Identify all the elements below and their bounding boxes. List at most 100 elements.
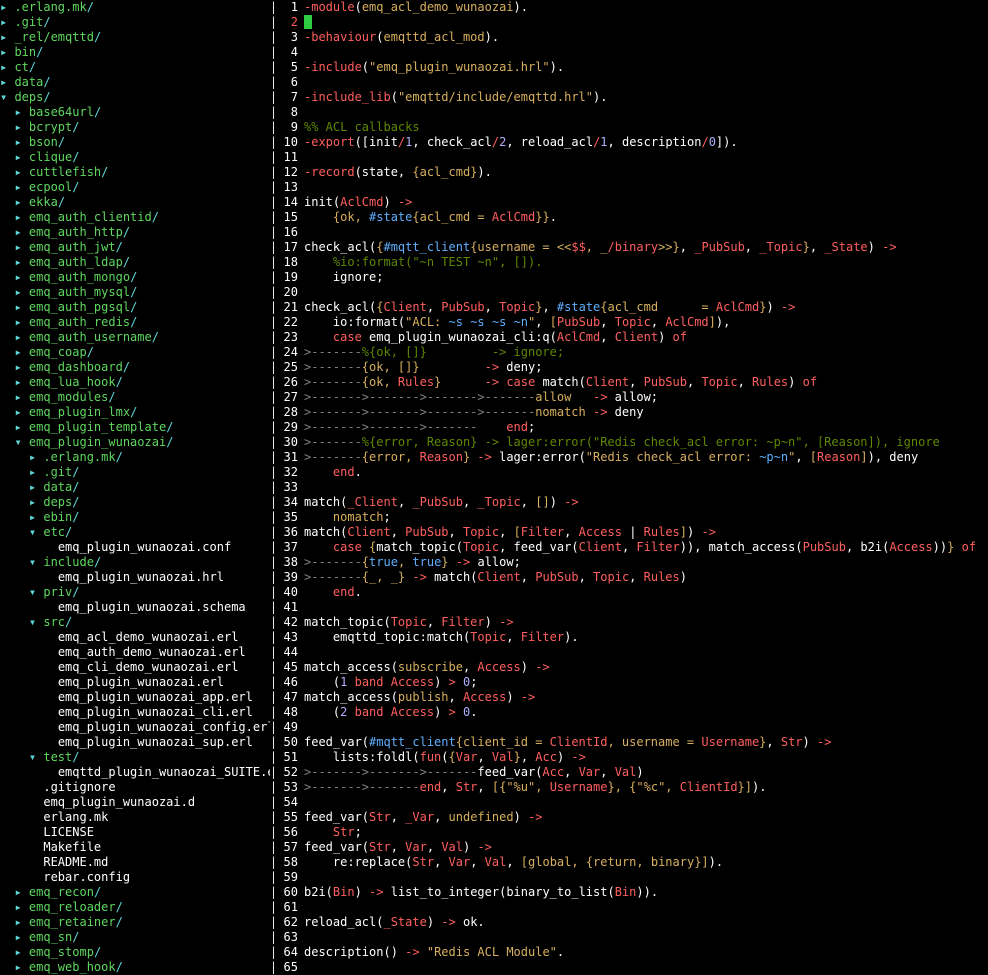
code-line[interactable]: -include("emq_plugin_wunaozai.hrl"). <box>304 60 988 75</box>
code-line[interactable]: >-------{ok, Rules} -> case match(Client… <box>304 375 988 390</box>
code-line[interactable]: match_access(publish, Access) -> <box>304 690 988 705</box>
collapsed-arrow-icon[interactable]: ▸ <box>14 945 28 959</box>
collapsed-arrow-icon[interactable]: ▸ <box>14 270 28 284</box>
code-line[interactable]: >-------{ok, []} -> deny; <box>304 360 988 375</box>
tree-folder[interactable]: ▾ include/ <box>0 555 270 570</box>
collapsed-arrow-icon[interactable]: ▸ <box>14 390 28 404</box>
expanded-arrow-icon[interactable]: ▾ <box>29 525 43 539</box>
tree-folder[interactable]: ▸ emq_dashboard/ <box>0 360 270 375</box>
tree-folder[interactable]: ▸ data/ <box>0 480 270 495</box>
code-line[interactable]: case emq_plugin_wunaozai_cli:q(AclCmd, C… <box>304 330 988 345</box>
collapsed-arrow-icon[interactable]: ▸ <box>14 105 28 119</box>
tree-file[interactable]: emq_plugin_wunaozai_config.erl <box>0 720 270 735</box>
tree-folder[interactable]: ▸ emq_auth_pgsql/ <box>0 300 270 315</box>
collapsed-arrow-icon[interactable]: ▸ <box>14 420 28 434</box>
tree-file[interactable]: LICENSE <box>0 825 270 840</box>
tree-folder[interactable]: ▸ emq_auth_jwt/ <box>0 240 270 255</box>
code-line[interactable]: end. <box>304 465 988 480</box>
collapsed-arrow-icon[interactable]: ▸ <box>14 885 28 899</box>
tree-file[interactable]: emq_plugin_wunaozai.hrl <box>0 570 270 585</box>
code-line[interactable]: init(AclCmd) -> <box>304 195 988 210</box>
code-line[interactable]: description() -> "Redis ACL Module". <box>304 945 988 960</box>
code-line[interactable]: -module(emq_acl_demo_wunaozai). <box>304 0 988 15</box>
code-line[interactable]: check_acl({#mqtt_client{username = <<$$,… <box>304 240 988 255</box>
expanded-arrow-icon[interactable]: ▾ <box>0 90 14 104</box>
code-line[interactable] <box>304 285 988 300</box>
code-line[interactable] <box>304 150 988 165</box>
code-line[interactable]: Str; <box>304 825 988 840</box>
expanded-arrow-icon[interactable]: ▾ <box>29 615 43 629</box>
collapsed-arrow-icon[interactable]: ▸ <box>29 465 43 479</box>
tree-folder[interactable]: ▸ emq_auth_clientid/ <box>0 210 270 225</box>
collapsed-arrow-icon[interactable]: ▸ <box>14 360 28 374</box>
collapsed-arrow-icon[interactable]: ▸ <box>14 180 28 194</box>
collapsed-arrow-icon[interactable]: ▸ <box>14 225 28 239</box>
code-line[interactable]: re:replace(Str, Var, Val, [global, {retu… <box>304 855 988 870</box>
code-line[interactable] <box>304 645 988 660</box>
expanded-arrow-icon[interactable]: ▾ <box>29 555 43 569</box>
code-line[interactable]: %% ACL callbacks <box>304 120 988 135</box>
code-line[interactable]: >------->-------end, Str, [{"%u", Userna… <box>304 780 988 795</box>
tree-file[interactable]: .gitignore <box>0 780 270 795</box>
tree-folder[interactable]: ▸ emq_recon/ <box>0 885 270 900</box>
expanded-arrow-icon[interactable]: ▾ <box>14 435 28 449</box>
tree-file[interactable]: emq_plugin_wunaozai_sup.erl <box>0 735 270 750</box>
tree-folder[interactable]: ▸ emq_auth_ldap/ <box>0 255 270 270</box>
collapsed-arrow-icon[interactable]: ▸ <box>14 135 28 149</box>
tree-file[interactable]: emq_plugin_wunaozai.schema <box>0 600 270 615</box>
collapsed-arrow-icon[interactable]: ▸ <box>0 60 14 74</box>
code-line[interactable]: end. <box>304 585 988 600</box>
tree-file[interactable]: rebar.config <box>0 870 270 885</box>
code-line[interactable]: case {match_topic(Topic, feed_var(Client… <box>304 540 988 555</box>
tree-folder[interactable]: ▸ .erlang.mk/ <box>0 0 270 15</box>
tree-folder[interactable]: ▸ emq_coap/ <box>0 345 270 360</box>
code-line[interactable]: -export([init/1, check_acl/2, reload_acl… <box>304 135 988 150</box>
code-line[interactable]: reload_acl(_State) -> ok. <box>304 915 988 930</box>
code-line[interactable] <box>304 45 988 60</box>
code-line[interactable]: {ok, #state{acl_cmd = AclCmd}}. <box>304 210 988 225</box>
code-line[interactable] <box>304 795 988 810</box>
tree-folder[interactable]: ▸ ecpool/ <box>0 180 270 195</box>
code-line[interactable]: lists:foldl(fun({Var, Val}, Acc) -> <box>304 750 988 765</box>
code-line[interactable] <box>304 960 988 975</box>
tree-folder[interactable]: ▸ bin/ <box>0 45 270 60</box>
collapsed-arrow-icon[interactable]: ▸ <box>0 30 14 44</box>
code-line[interactable]: ignore; <box>304 270 988 285</box>
tree-folder[interactable]: ▸ emq_stomp/ <box>0 945 270 960</box>
tree-file[interactable]: emq_acl_demo_wunaozai.erl <box>0 630 270 645</box>
tree-folder[interactable]: ▸ emq_reloader/ <box>0 900 270 915</box>
collapsed-arrow-icon[interactable]: ▸ <box>14 300 28 314</box>
tree-file[interactable]: README.md <box>0 855 270 870</box>
code-line[interactable]: match_access(subscribe, Access) -> <box>304 660 988 675</box>
tree-file[interactable]: emq_plugin_wunaozai.conf <box>0 540 270 555</box>
tree-folder[interactable]: ▸ emq_auth_mongo/ <box>0 270 270 285</box>
code-line[interactable] <box>304 480 988 495</box>
collapsed-arrow-icon[interactable]: ▸ <box>14 255 28 269</box>
code-line[interactable]: nomatch; <box>304 510 988 525</box>
collapsed-arrow-icon[interactable]: ▸ <box>14 375 28 389</box>
tree-folder[interactable]: ▸ data/ <box>0 75 270 90</box>
tree-folder[interactable]: ▸ clique/ <box>0 150 270 165</box>
expanded-arrow-icon[interactable]: ▾ <box>29 750 43 764</box>
code-line[interactable]: -record(state, {acl_cmd}). <box>304 165 988 180</box>
tree-folder[interactable]: ▸ .git/ <box>0 15 270 30</box>
code-editor[interactable]: -module(emq_acl_demo_wunaozai). -behaviou… <box>304 0 988 972</box>
code-line[interactable]: (2 band Access) > 0. <box>304 705 988 720</box>
tree-file[interactable]: erlang.mk <box>0 810 270 825</box>
code-line[interactable]: >------->------->------->-------nomatch … <box>304 405 988 420</box>
tree-folder[interactable]: ▾ etc/ <box>0 525 270 540</box>
tree-file[interactable]: emq_cli_demo_wunaozai.erl <box>0 660 270 675</box>
tree-folder[interactable]: ▸ bcrypt/ <box>0 120 270 135</box>
collapsed-arrow-icon[interactable]: ▸ <box>0 75 14 89</box>
collapsed-arrow-icon[interactable]: ▸ <box>14 240 28 254</box>
tree-file[interactable]: Makefile <box>0 840 270 855</box>
code-line[interactable]: feed_var(#mqtt_client{client_id = Client… <box>304 735 988 750</box>
code-line[interactable]: b2i(Bin) -> list_to_integer(binary_to_li… <box>304 885 988 900</box>
code-line[interactable]: >-------%{error, Reason} -> lager:error(… <box>304 435 988 450</box>
collapsed-arrow-icon[interactable]: ▸ <box>14 330 28 344</box>
tree-file[interactable]: emqttd_plugin_wunaozai_SUITE.e <box>0 765 270 780</box>
tree-folder[interactable]: ▸ ekka/ <box>0 195 270 210</box>
code-line[interactable]: (1 band Access) > 0; <box>304 675 988 690</box>
collapsed-arrow-icon[interactable]: ▸ <box>0 45 14 59</box>
tree-folder[interactable]: ▸ emq_auth_http/ <box>0 225 270 240</box>
